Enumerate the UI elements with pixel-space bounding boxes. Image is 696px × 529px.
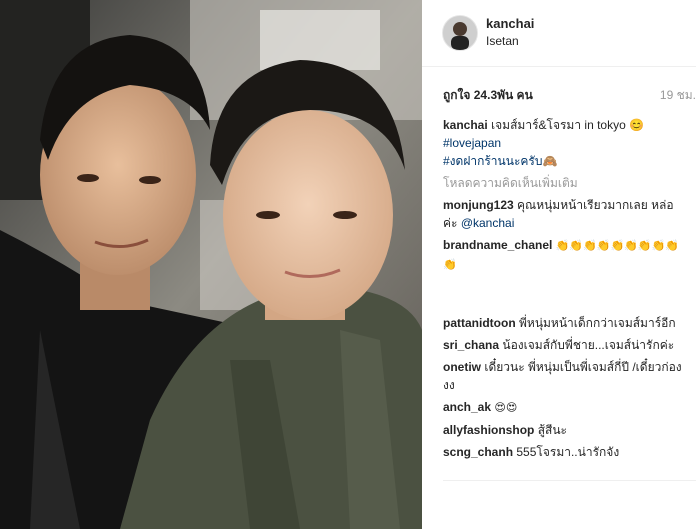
comment-text: 555โจรมา..น่ารักจัง (516, 445, 620, 459)
caption: kanchai เจมส์มาร์&โจรมา in tokyo 😊 #love… (443, 116, 688, 170)
comment-username[interactable]: brandname_chanel (443, 238, 552, 252)
header-username[interactable]: kanchai (486, 16, 534, 31)
selfie-image (0, 0, 422, 529)
comment-username[interactable]: onetiw (443, 360, 481, 374)
comments-divider (443, 480, 696, 481)
load-more-comments-link[interactable]: โหลดความคิดเห็นเพิ่มเติม (443, 174, 688, 192)
comment-username[interactable]: pattanidtoon (443, 316, 516, 330)
post-sidebar: kanchai Isetan ถูกใจ 24.3พัน คน 19 ชม. k… (422, 0, 696, 529)
comment-text: สู้สีนะ (537, 423, 567, 437)
comments-list: kanchai เจมส์มาร์&โจรมา in tokyo 😊 #love… (443, 116, 688, 465)
comment-item: scng_chanh 555โจรมา..น่ารักจัง (443, 443, 688, 461)
post-photo[interactable] (0, 0, 422, 529)
post-timestamp[interactable]: 19 ชม. (660, 86, 696, 105)
comment-username[interactable]: anch_ak (443, 400, 491, 414)
likes-count[interactable]: ถูกใจ 24.3พัน คน (443, 86, 533, 105)
comment-item: sri_chana น้องเจมส์กับพี่ชาย...เจมส์น่าร… (443, 336, 688, 354)
comment-item: brandname_chanel 👏👏👏👏👏👏👏👏👏👏 (443, 236, 688, 274)
comment-item: anch_ak 😍😍 (443, 398, 688, 417)
comment-text: น้องเจมส์กับพี่ชาย...เจมส์น่ารักค่ะ (502, 338, 675, 352)
hashtag-shop[interactable]: #งดฝากร้านนะครับ🙈 (443, 154, 557, 168)
comment-username[interactable]: monjung123 (443, 198, 514, 212)
comment-text: 😍😍 (494, 401, 518, 414)
instagram-post: kanchai Isetan ถูกใจ 24.3พัน คน 19 ชม. k… (0, 0, 696, 529)
caption-text: เจมส์มาร์&โจรมา in tokyo 😊 (491, 118, 645, 132)
comment-item: onetiw เดี๋ยวนะ พี่หนุ่มเป็นพี่เจมส์กี่ป… (443, 358, 688, 394)
avatar[interactable] (442, 15, 478, 51)
comment-username[interactable]: sri_chana (443, 338, 499, 352)
comment-item: monjung123 คุณหนุ่มหน้าเรียวมากเลย หล่อค… (443, 196, 688, 232)
avatar-image (443, 16, 477, 50)
comment-mention[interactable]: @kanchai (461, 216, 515, 230)
hashtag-lovejapan[interactable]: #lovejapan (443, 136, 501, 150)
comment-username[interactable]: scng_chanh (443, 445, 513, 459)
comment-username[interactable]: allyfashionshop (443, 423, 534, 437)
comment-item: pattanidtoon พี่หนุ่มหน้าเด็กกว่าเจมส์มา… (443, 314, 688, 332)
comment-item: allyfashionshop สู้สีนะ (443, 421, 688, 439)
comment-text: พี่หนุ่มหน้าเด็กกว่าเจมส์มาร์อีก (519, 316, 676, 330)
post-header: kanchai Isetan (422, 0, 696, 67)
caption-username[interactable]: kanchai (443, 118, 488, 132)
header-location[interactable]: Isetan (486, 34, 519, 48)
